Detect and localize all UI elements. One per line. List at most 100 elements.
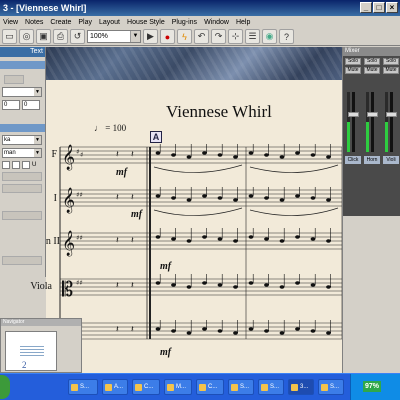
taskbar-item[interactable]: C... [196, 379, 224, 395]
note-head [202, 281, 207, 285]
undo-icon[interactable]: ↶ [194, 29, 209, 44]
play-icon[interactable]: ▶ [143, 29, 158, 44]
panel-button[interactable] [2, 211, 42, 220]
minimize-button[interactable]: _ [360, 2, 372, 13]
properties-icon[interactable]: ⊹ [228, 29, 243, 44]
menu-view[interactable]: View [3, 19, 18, 26]
app-icon [71, 383, 78, 391]
zoom-select[interactable]: 100% ▼ [87, 30, 141, 43]
svg-text:𝄽: 𝄽 [131, 325, 134, 335]
navigator-page-thumbnail[interactable]: 2 [5, 331, 57, 371]
note-head [186, 331, 192, 335]
volume-slider-handle[interactable] [386, 112, 397, 117]
print-icon[interactable]: ⎙ [53, 29, 68, 44]
solo-button[interactable]: Solo [364, 58, 380, 65]
save-icon[interactable]: ▣ [36, 29, 51, 44]
style-select-2[interactable]: man ▼ [2, 148, 42, 158]
note-head [155, 151, 161, 155]
staff-label-violin-1: I [53, 193, 57, 204]
chevron-down-icon: ▼ [130, 31, 140, 42]
mixer-icon[interactable]: ◉ [262, 29, 277, 44]
taskbar-item[interactable]: S... [318, 379, 344, 395]
volume-slider-handle[interactable] [367, 112, 378, 117]
navigator-icon[interactable]: ↺ [70, 29, 85, 44]
menu-help[interactable]: Help [236, 19, 250, 26]
style-select[interactable]: ka ▼ [2, 135, 42, 145]
window-title: 3 - [Viennese Whirl] [3, 3, 87, 13]
note-head [217, 153, 223, 157]
panel-button[interactable] [2, 172, 42, 181]
italic-checkbox[interactable] [12, 161, 20, 169]
bold-checkbox[interactable] [2, 161, 10, 169]
menu-create[interactable]: Create [50, 19, 71, 26]
note-head [233, 285, 238, 289]
note-head [326, 285, 331, 289]
taskbar-item[interactable]: M... [164, 379, 192, 395]
keypad-icon[interactable]: ☰ [245, 29, 260, 44]
underline-checkbox[interactable] [22, 161, 30, 169]
svg-text:♯♯: ♯♯ [76, 191, 83, 199]
solo-button[interactable]: Solo [383, 58, 399, 65]
taskbar-item[interactable]: S... [228, 379, 254, 395]
navigator-window[interactable]: Navigator 2 [0, 318, 82, 373]
note-head [310, 283, 316, 287]
note-head [171, 237, 176, 241]
taskbar-item[interactable]: S... [68, 379, 98, 395]
properties-tab[interactable] [0, 61, 45, 69]
staff-label-viola: Viola [30, 281, 52, 292]
taskbar-item[interactable]: S... [258, 379, 284, 395]
mixer-title: Mixer [343, 47, 400, 56]
level-meter [347, 92, 350, 152]
level-meter [366, 92, 369, 152]
note-head [233, 155, 238, 159]
maximize-button[interactable]: □ [373, 2, 385, 13]
app-icon [167, 383, 174, 391]
start-button[interactable] [0, 375, 10, 399]
score-view[interactable]: Viennese Whirl ♩ = 100 A 𝄞 𝄞 𝄞 𝄡 ♯ ♯ ♯♯ … [46, 47, 342, 373]
redo-icon[interactable]: ↷ [211, 29, 226, 44]
menu-layout[interactable]: Layout [99, 19, 120, 26]
note-head [264, 237, 269, 241]
battery-indicator[interactable]: 97% [363, 381, 382, 392]
spacing-input[interactable]: 0 [22, 100, 40, 110]
title-bar: 3 - [Viennese Whirl] _ □ × [0, 0, 400, 16]
taskbar-item-active[interactable]: 3... [288, 379, 314, 395]
volume-slider-track [352, 92, 355, 152]
menu-notes[interactable]: Notes [25, 19, 43, 26]
font-select[interactable]: ▼ [2, 87, 42, 97]
taskbar-item[interactable]: A... [102, 379, 128, 395]
open-icon[interactable]: ◎ [19, 29, 34, 44]
properties-tab[interactable] [0, 124, 45, 132]
new-icon[interactable]: ▭ [2, 29, 17, 44]
help-icon[interactable]: ? [279, 29, 294, 44]
close-button[interactable]: × [386, 2, 398, 13]
solo-button[interactable]: Solo [345, 58, 361, 65]
mute-button[interactable]: Mute [364, 67, 380, 74]
menu-plug-ins[interactable]: Plug-ins [172, 19, 197, 26]
note-head [155, 235, 161, 239]
taskbar-item[interactable]: C... [132, 379, 160, 395]
note-head [186, 285, 192, 289]
underline-label: U [32, 162, 37, 168]
size-input[interactable]: 0 [2, 100, 20, 110]
volume-slider-handle[interactable] [348, 112, 359, 117]
note-head [186, 198, 192, 202]
menu-window[interactable]: Window [204, 19, 229, 26]
panel-button[interactable] [2, 256, 42, 265]
page-lines [20, 346, 44, 358]
menu-play[interactable]: Play [78, 19, 92, 26]
key-signatures: ♯♯ ♯♯♯♯ ♯♯♯♯ [76, 148, 83, 331]
panel-button[interactable] [4, 75, 24, 84]
flexi-time-icon[interactable]: ϟ [177, 29, 192, 44]
mute-button[interactable]: Mute [383, 67, 399, 74]
svg-text:𝄽: 𝄽 [131, 236, 134, 246]
note-head [295, 151, 300, 155]
note-head [279, 198, 285, 202]
menu-house-style[interactable]: House Style [127, 19, 165, 26]
notes [155, 144, 332, 335]
mute-button[interactable]: Mute [345, 67, 361, 74]
dynamic-marking: mf [116, 167, 128, 178]
toolbar: ▭ ◎ ▣ ⎙ ↺ 100% ▼ ▶ ● ϟ ↶ ↷ ⊹ ☰ ◉ ? [0, 28, 400, 46]
record-icon[interactable]: ● [160, 29, 175, 44]
panel-button[interactable] [2, 184, 42, 193]
